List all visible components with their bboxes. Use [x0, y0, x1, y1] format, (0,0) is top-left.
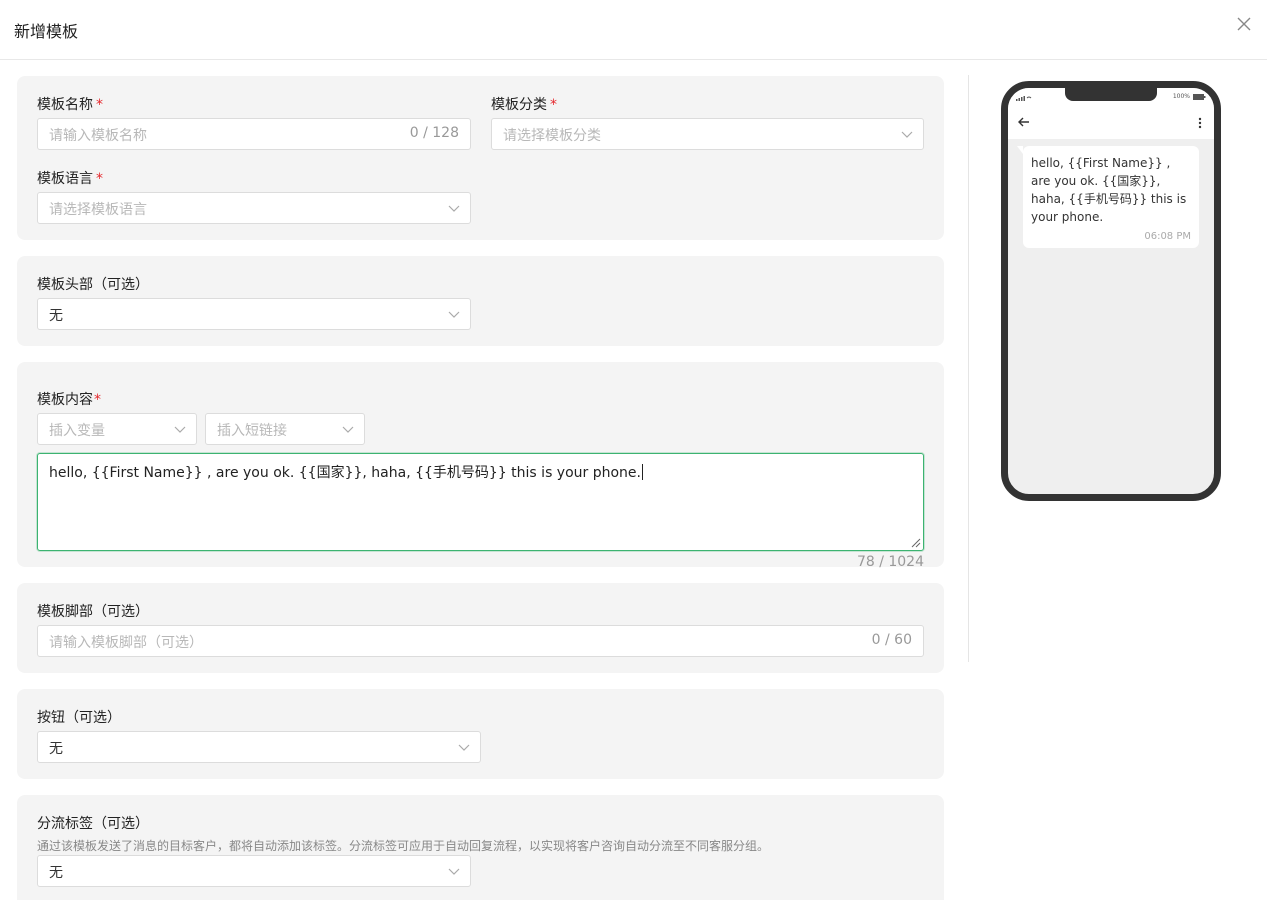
template-content-textarea[interactable]: hello, {{First Name}} , are you ok. {{国家…	[37, 453, 924, 551]
insert-short-link-select[interactable]: 插入短链接	[205, 413, 365, 445]
chevron-down-icon	[901, 131, 913, 138]
routing-tag-label: 分流标签（可选）	[37, 816, 149, 832]
insert-variable-select[interactable]: 插入变量	[37, 413, 197, 445]
battery-percent: 100%	[1172, 93, 1190, 100]
preview-message-text: hello, {{First Name}} , are you ok. {{国家…	[1031, 156, 1187, 224]
close-icon[interactable]	[1236, 16, 1252, 32]
template-name-count: 0 / 128	[409, 125, 459, 141]
template-footer-card: 模板脚部（可选） 请输入模板脚部（可选） 0 / 60	[17, 583, 944, 673]
dialog-title: 新增模板	[14, 22, 79, 41]
text-caret	[642, 464, 643, 480]
phone-notch	[1065, 88, 1157, 101]
template-content-label: 模板内容*	[37, 392, 101, 408]
phone-nav-bar	[1008, 106, 1214, 139]
vertical-divider	[968, 75, 969, 662]
template-header-card: 模板头部（可选） 无	[17, 256, 944, 346]
template-header-select[interactable]: 无	[37, 298, 471, 330]
routing-tag-card: 分流标签（可选） 通过该模板发送了消息的目标客户，都将自动添加该标签。分流标签可…	[17, 795, 944, 900]
template-category-select[interactable]: 请选择模板分类	[491, 118, 924, 150]
message-bubble: hello, {{First Name}} , are you ok. {{国家…	[1017, 146, 1199, 248]
buttons-select[interactable]: 无	[37, 731, 481, 763]
chevron-down-icon	[458, 744, 470, 751]
chevron-down-icon	[448, 311, 460, 318]
template-language-select[interactable]: 请选择模板语言	[37, 192, 471, 224]
battery-icon	[1193, 94, 1206, 100]
basic-info-card: 模板名称 * 请输入模板名称 0 / 128 模板分类 * 请选择模板分类 模板语言…	[17, 76, 944, 240]
back-arrow-icon[interactable]	[1018, 117, 1030, 127]
routing-tag-select[interactable]: 无	[37, 855, 471, 887]
template-name-label: 模板名称 *	[37, 97, 103, 113]
routing-tag-hint: 通过该模板发送了消息的目标客户，都将自动添加该标签。分流标签可应用于自动回复流程…	[37, 839, 770, 853]
preview-message-time: 06:08 PM	[1144, 231, 1191, 242]
template-footer-count: 0 / 60	[871, 632, 912, 648]
template-name-input[interactable]: 请输入模板名称 0 / 128	[37, 118, 471, 150]
chevron-down-icon	[448, 868, 460, 875]
phone-preview: 100% hello, {{First Name}} , are you ok.…	[1001, 81, 1221, 501]
template-content-count: 78 / 1024	[856, 554, 924, 570]
signal-icon	[1016, 96, 1032, 101]
buttons-label: 按钮（可选）	[37, 710, 121, 726]
more-vertical-icon[interactable]	[1198, 117, 1202, 129]
dialog-header: 新增模板	[0, 0, 1267, 60]
template-footer-input[interactable]: 请输入模板脚部（可选） 0 / 60	[37, 625, 924, 657]
resize-handle-icon[interactable]	[909, 536, 921, 548]
template-language-label: 模板语言 *	[37, 171, 103, 187]
template-content-card: 模板内容* 插入变量 插入短链接 hello, {{First Name}} ,…	[17, 362, 944, 570]
template-header-label: 模板头部（可选）	[37, 277, 149, 293]
template-category-label: 模板分类 *	[491, 97, 557, 113]
chevron-down-icon	[342, 426, 354, 433]
chevron-down-icon	[174, 426, 186, 433]
chevron-down-icon	[448, 205, 460, 212]
template-footer-label: 模板脚部（可选）	[37, 604, 149, 620]
buttons-card: 按钮（可选） 无	[17, 689, 944, 779]
